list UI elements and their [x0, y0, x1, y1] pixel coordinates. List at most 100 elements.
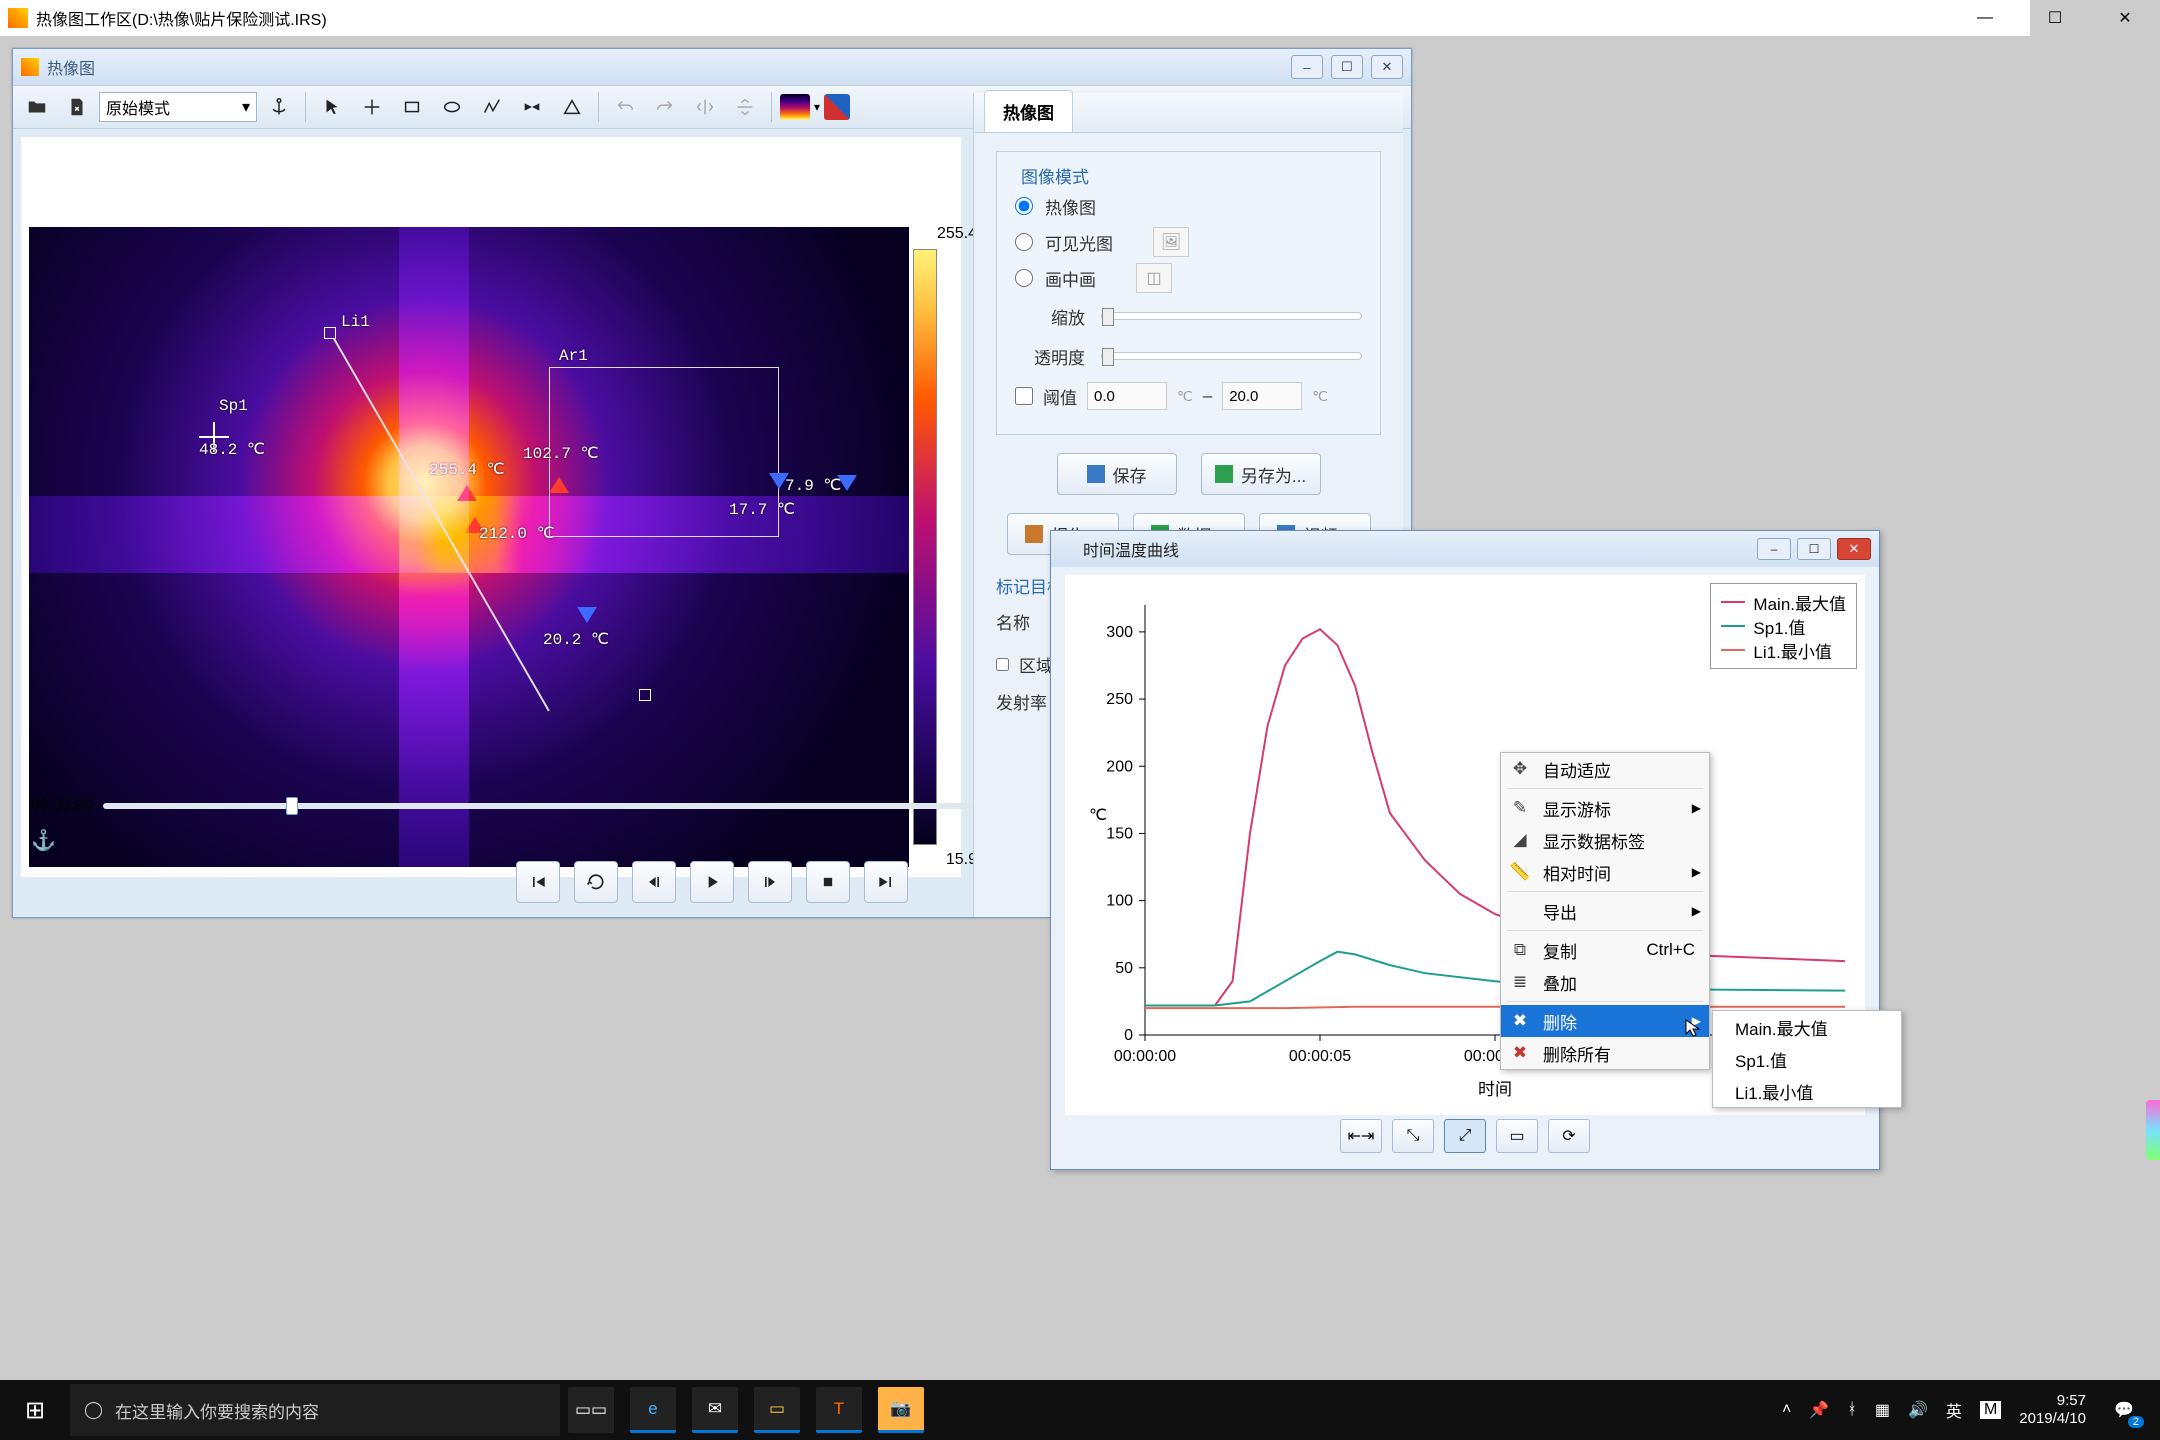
mdi-maximize[interactable]: ☐: [1331, 55, 1363, 79]
ellipse-tool-icon[interactable]: [434, 90, 470, 124]
mdi-close[interactable]: ✕: [1371, 55, 1403, 79]
pip-preview-icon[interactable]: ◫: [1136, 263, 1172, 293]
colorbar-gradient[interactable]: [913, 249, 937, 845]
radio-visible[interactable]: [1015, 233, 1033, 251]
ctx-show-cursor[interactable]: ✎显示游标▶: [1501, 792, 1709, 824]
ctx-show-labels-label: 显示数据标签: [1543, 828, 1645, 853]
play-button[interactable]: [690, 861, 734, 903]
palette-swap-icon[interactable]: [824, 94, 850, 120]
svg-text:0: 0: [1124, 1027, 1133, 1044]
thermal-titlebar[interactable]: 热像图 – ☐ ✕: [13, 49, 1411, 85]
radio-pip[interactable]: [1015, 269, 1033, 287]
li1-handle-b[interactable]: [639, 689, 651, 701]
task-app-mail[interactable]: ✉: [692, 1387, 738, 1433]
threshold-high-input[interactable]: [1222, 382, 1302, 410]
ctx-copy-shortcut: Ctrl+C: [1646, 940, 1695, 960]
mode-select[interactable]: 原始模式▾: [99, 92, 257, 122]
curve-maximize[interactable]: ☐: [1797, 538, 1831, 560]
radio-thermal-label: 热像图: [1045, 194, 1096, 219]
radio-thermal[interactable]: [1015, 197, 1033, 215]
image-mode-legend: 图像模式: [1015, 163, 1095, 188]
task-app-edge[interactable]: e: [630, 1387, 676, 1433]
pointer-icon[interactable]: [314, 90, 350, 124]
mdi-minimize[interactable]: –: [1291, 55, 1323, 79]
ctx-delete[interactable]: ✖删除▶: [1501, 1005, 1709, 1037]
ctx-show-labels[interactable]: ◢显示数据标签: [1501, 824, 1709, 856]
sub-item-sp1-val[interactable]: Sp1.值: [1713, 1043, 1901, 1075]
task-app-explorer[interactable]: ▭: [754, 1387, 800, 1433]
tab-thermal[interactable]: 热像图: [984, 90, 1073, 132]
tray-pin-icon[interactable]: 📌: [1809, 1400, 1829, 1420]
maximize-button[interactable]: ☐: [2020, 0, 2090, 36]
ctx-overlay[interactable]: ≣叠加: [1501, 966, 1709, 998]
ctx-export[interactable]: 导出▶: [1501, 895, 1709, 927]
start-button[interactable]: ⊞: [0, 1380, 70, 1440]
search-box[interactable]: ◯ 在这里输入你要搜索的内容: [70, 1384, 560, 1436]
stop-button[interactable]: [806, 861, 850, 903]
bowtie-tool-icon[interactable]: [514, 90, 550, 124]
zoom-region-button[interactable]: ▭: [1496, 1119, 1538, 1153]
tray-bt-icon[interactable]: ᚼ: [1847, 1401, 1857, 1419]
next-frame-button[interactable]: [748, 861, 792, 903]
timeline-anchor-icon[interactable]: ⚓: [31, 828, 56, 853]
ctx-copy[interactable]: ⧉复制Ctrl+C: [1501, 934, 1709, 966]
curve-close[interactable]: ✕: [1837, 538, 1871, 560]
first-frame-button[interactable]: [516, 861, 560, 903]
flip-v-icon[interactable]: [727, 90, 763, 124]
flip-h-icon[interactable]: [687, 90, 723, 124]
save-button[interactable]: 保存: [1057, 453, 1177, 495]
curve-minimize[interactable]: –: [1757, 538, 1791, 560]
fit-y-button[interactable]: ⤡: [1392, 1119, 1434, 1153]
minimize-button[interactable]: —: [1950, 0, 2020, 36]
li1-min-marker: [577, 607, 597, 623]
polyline-tool-icon[interactable]: [474, 90, 510, 124]
triangle-tool-icon[interactable]: [554, 90, 590, 124]
fit-both-button[interactable]: ⤢: [1444, 1119, 1486, 1153]
curve-icon: [1059, 541, 1075, 557]
chevron-right-icon: ▶: [1692, 865, 1701, 879]
thermal-image[interactable]: Sp1 48.2 ℃ Li1 255.4 ℃ 20.2 ℃ Ar1 102.7 …: [29, 227, 909, 867]
tray-up-icon[interactable]: ˄: [1782, 1401, 1791, 1419]
fit-x-button[interactable]: ⇤⇥: [1340, 1119, 1382, 1153]
report-icon: [1025, 525, 1043, 543]
spot-tool-icon[interactable]: [354, 90, 390, 124]
curve-titlebar[interactable]: 时间温度曲线 – ☐ ✕: [1051, 531, 1879, 567]
open-icon[interactable]: [19, 90, 55, 124]
side-color-tab[interactable]: [2146, 1100, 2160, 1160]
task-view-icon[interactable]: ▭▭: [568, 1387, 614, 1433]
zoom-slider[interactable]: [1101, 312, 1362, 320]
threshold-low-input[interactable]: [1087, 382, 1167, 410]
rotate-right-icon[interactable]: [647, 90, 683, 124]
timeline-thumb[interactable]: [286, 797, 298, 815]
tray-net-icon[interactable]: ▦: [1875, 1400, 1890, 1420]
ctx-delete-all[interactable]: ✖删除所有: [1501, 1037, 1709, 1069]
reset-zoom-button[interactable]: ⟳: [1548, 1119, 1590, 1153]
tray-clock[interactable]: 9:57 2019/4/10: [2019, 1392, 2086, 1428]
ctx-rel-time[interactable]: 📏相对时间▶: [1501, 856, 1709, 888]
task-app-camera[interactable]: 📷: [878, 1387, 924, 1433]
ctx-auto-fit[interactable]: ✥自动适应: [1501, 753, 1709, 785]
export-file-icon[interactable]: [59, 90, 95, 124]
area-emit-checkbox[interactable]: [996, 658, 1009, 671]
anchor-icon[interactable]: [261, 90, 297, 124]
visible-preview-icon[interactable]: 🖼: [1153, 227, 1189, 257]
palette-gradient-icon[interactable]: [780, 94, 810, 120]
loop-button[interactable]: [574, 861, 618, 903]
prev-frame-button[interactable]: [632, 861, 676, 903]
close-button[interactable]: ✕: [2090, 0, 2160, 36]
tray-ime-1[interactable]: 英: [1946, 1398, 1962, 1422]
last-frame-button[interactable]: [864, 861, 908, 903]
chevron-down-icon: ▾: [242, 97, 250, 117]
notifications-button[interactable]: 💬2: [2104, 1390, 2144, 1430]
svg-text:00:00:00: 00:00:00: [1114, 1048, 1176, 1065]
task-app-thermal[interactable]: T: [816, 1387, 862, 1433]
opacity-slider[interactable]: [1101, 352, 1362, 360]
tray-ime-2[interactable]: M: [1980, 1401, 2001, 1419]
sub-item-li1-min[interactable]: Li1.最小值: [1713, 1075, 1901, 1107]
threshold-checkbox[interactable]: [1015, 387, 1033, 405]
rect-tool-icon[interactable]: [394, 90, 430, 124]
rotate-left-icon[interactable]: [607, 90, 643, 124]
saveas-button[interactable]: 另存为...: [1201, 453, 1321, 495]
tray-vol-icon[interactable]: 🔊: [1908, 1400, 1928, 1420]
sub-item-main-max[interactable]: Main.最大值: [1713, 1011, 1901, 1043]
